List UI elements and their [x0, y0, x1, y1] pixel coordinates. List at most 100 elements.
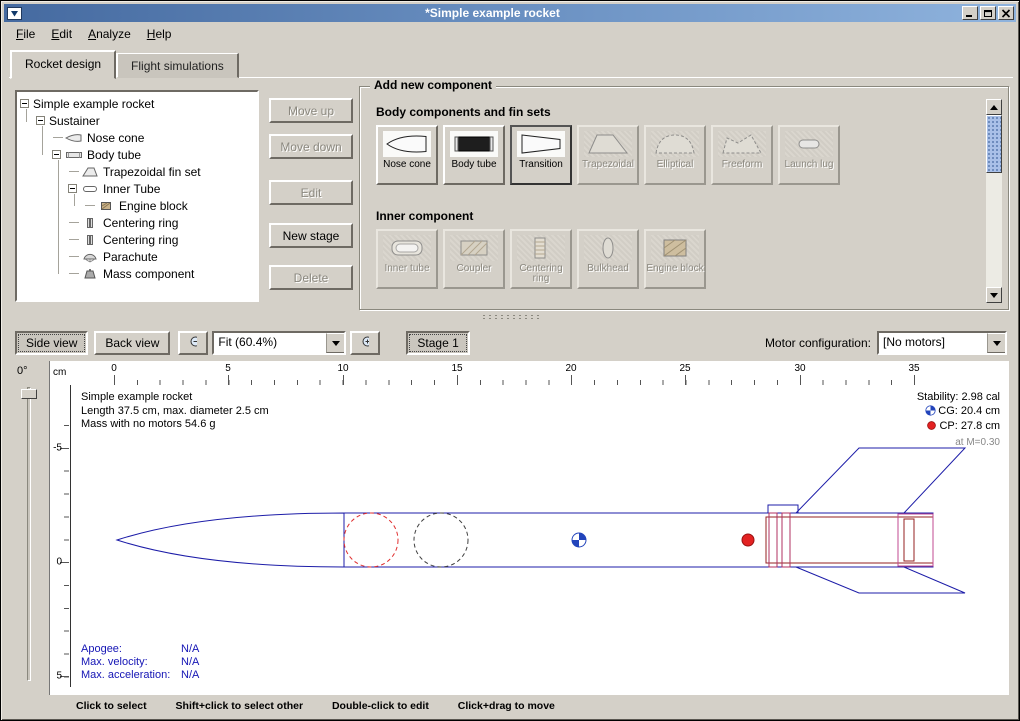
upper-fin-shape[interactable] [796, 448, 965, 513]
tree-item-sustainer[interactable]: Sustainer [17, 112, 257, 129]
add-nose-cone-button[interactable]: Nose cone [376, 125, 438, 185]
side-view-button[interactable]: Side view [15, 331, 88, 355]
engine-block-icon [97, 200, 117, 212]
menu-edit[interactable]: Edit [43, 24, 80, 44]
inner-tube-shape[interactable] [766, 517, 933, 563]
tree-item-rocket[interactable]: Simple example rocket [17, 95, 257, 112]
launch-lug-shape[interactable] [768, 505, 798, 513]
design-panel: Simple example rocket Sustainer Nose con… [9, 77, 1013, 316]
splitter-grip[interactable] [481, 314, 541, 319]
tree-item-engine-block[interactable]: Engine block [17, 197, 257, 214]
tree-item-inner-tube[interactable]: Inner Tube [17, 180, 257, 197]
tree-guide [74, 194, 75, 206]
zoom-in-button[interactable] [350, 331, 380, 355]
launch-lug-icon [785, 131, 833, 157]
centering-ring-icon [81, 234, 101, 246]
scrollbar-thumb[interactable] [986, 115, 1002, 173]
tab-flight-simulations[interactable]: Flight simulations [116, 53, 239, 78]
rotation-slider-track[interactable] [27, 387, 31, 681]
collapse-icon[interactable] [36, 116, 45, 125]
aft-centering-ring-shape[interactable] [898, 514, 933, 566]
zoom-level-select[interactable]: Fit (60.4%) [212, 331, 346, 355]
collapse-icon[interactable] [68, 184, 77, 193]
add-engine-block-button[interactable]: Engine block [644, 229, 706, 289]
tree-item-centering-ring-2[interactable]: Centering ring [17, 231, 257, 248]
centering-ring-shape[interactable] [782, 513, 790, 567]
app-icon[interactable] [7, 7, 22, 20]
menu-analyze[interactable]: Analyze [80, 24, 139, 44]
apogee-label: Apogee: [81, 643, 181, 656]
add-bulkhead-button[interactable]: Bulkhead [577, 229, 639, 289]
centering-ring-shape[interactable] [769, 513, 777, 567]
tree-item-fin-set[interactable]: Trapezoidal fin set [17, 163, 257, 180]
maximize-button[interactable] [980, 6, 996, 20]
rotation-slider-column: 0° [9, 361, 49, 695]
close-button[interactable] [998, 6, 1014, 20]
body-component-buttons: Nose cone Body tube Transition [376, 125, 840, 185]
rocket-diagram[interactable]: Simple example rocket Length 37.5 cm, ma… [70, 385, 1006, 687]
component-panel-scrollbar[interactable] [986, 99, 1002, 303]
max-velocity-value: N/A [181, 656, 199, 669]
rotation-angle-label: 0° [17, 365, 28, 377]
tab-rocket-design[interactable]: Rocket design [10, 50, 116, 79]
add-trapezoidal-fin-button[interactable]: Trapezoidal [577, 125, 639, 185]
zoom-in-icon [361, 335, 369, 351]
add-launch-lug-button[interactable]: Launch lug [778, 125, 840, 185]
collapse-icon[interactable] [20, 99, 29, 108]
rotation-slider-handle[interactable] [21, 389, 37, 399]
menu-help[interactable]: Help [139, 24, 180, 44]
tree-item-body-tube[interactable]: Body tube [17, 146, 257, 163]
tree-item-mass-component[interactable]: Mass component [17, 265, 257, 282]
transition-icon [517, 131, 565, 157]
freeform-fin-icon [718, 131, 766, 157]
engine-block-shape[interactable] [904, 519, 914, 561]
move-up-button[interactable]: Move up [269, 98, 353, 123]
minimize-button[interactable] [962, 6, 978, 20]
tree-guide [58, 160, 59, 274]
scroll-down-icon[interactable] [986, 287, 1002, 303]
engine-block-icon [651, 235, 699, 261]
add-coupler-button[interactable]: Coupler [443, 229, 505, 289]
centering-ring-icon [517, 235, 565, 261]
parachute-outline[interactable] [344, 513, 398, 567]
edit-button[interactable]: Edit [269, 180, 353, 205]
ruler-unit-label: cm [53, 367, 66, 378]
add-elliptical-fin-button[interactable]: Elliptical [644, 125, 706, 185]
add-inner-tube-button[interactable]: Inner tube [376, 229, 438, 289]
stability-value: Stability: 2.98 cal [917, 391, 1000, 405]
back-view-button[interactable]: Back view [94, 331, 170, 355]
apogee-value: N/A [181, 643, 199, 656]
cg-marker [572, 533, 586, 547]
mass-component-outline[interactable] [414, 513, 468, 567]
rocket-mass: Mass with no motors 54.6 g [81, 418, 269, 432]
delete-button[interactable]: Delete [269, 265, 353, 290]
tree-item-nose-cone[interactable]: Nose cone [17, 129, 257, 146]
status-hints: Click to select Shift+click to select ot… [76, 700, 581, 712]
component-tree[interactable]: Simple example rocket Sustainer Nose con… [15, 90, 259, 302]
add-freeform-fin-button[interactable]: Freeform [711, 125, 773, 185]
body-tube-icon [450, 131, 498, 157]
max-velocity-label: Max. velocity: [81, 656, 181, 669]
chevron-down-icon[interactable] [987, 333, 1005, 353]
new-stage-button[interactable]: New stage [269, 223, 353, 248]
motor-configuration-select[interactable]: [No motors] [877, 331, 1007, 355]
scroll-up-icon[interactable] [986, 99, 1002, 115]
bulkhead-icon [584, 235, 632, 261]
zoom-out-button[interactable] [178, 331, 208, 355]
fin-set-icon [81, 166, 101, 178]
body-tube-shape[interactable] [344, 513, 933, 567]
menubar: File Edit Analyze Help [4, 22, 1016, 45]
move-down-button[interactable]: Move down [269, 134, 353, 159]
collapse-icon[interactable] [52, 150, 61, 159]
tree-item-parachute[interactable]: Parachute [17, 248, 257, 265]
stage-1-toggle[interactable]: Stage 1 [406, 331, 469, 355]
lower-fin-shape[interactable] [796, 567, 965, 593]
chevron-down-icon[interactable] [326, 333, 344, 353]
add-transition-button[interactable]: Transition [510, 125, 572, 185]
menu-file[interactable]: File [8, 24, 43, 44]
hint-select: Click to select [76, 700, 147, 712]
tree-item-centering-ring-1[interactable]: Centering ring [17, 214, 257, 231]
add-centering-ring-button[interactable]: Centering ring [510, 229, 572, 289]
add-body-tube-button[interactable]: Body tube [443, 125, 505, 185]
nose-cone-shape[interactable] [117, 513, 344, 567]
